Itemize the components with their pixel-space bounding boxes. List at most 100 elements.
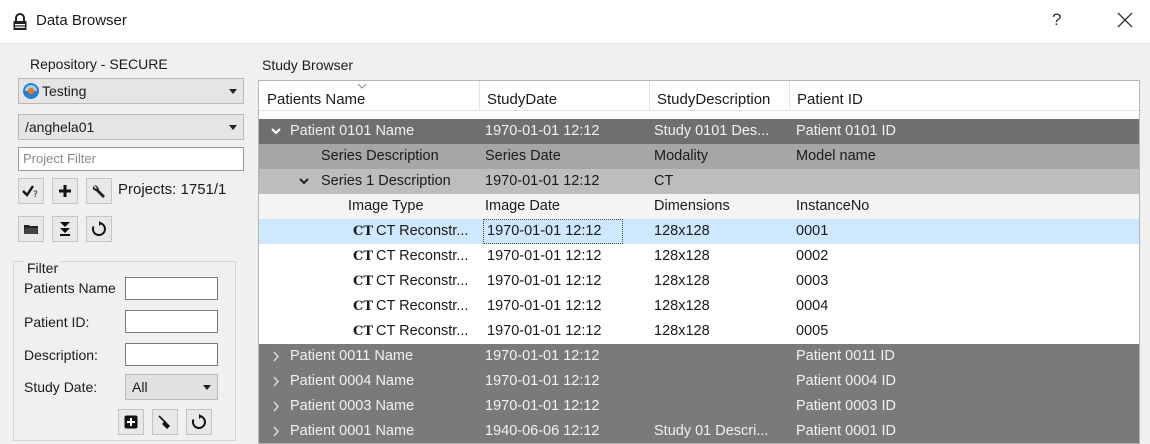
add-filter-button[interactable] [118, 409, 144, 435]
patients-name-input[interactable] [125, 277, 218, 300]
image-instance: 0004 [796, 298, 829, 314]
wrench-icon [92, 185, 105, 198]
ct-icon: CT [353, 249, 374, 264]
series-date: 1970-01-01 12:12 [485, 173, 600, 189]
image-date: 1970-01-01 12:12 [487, 298, 602, 314]
image-instance: 0005 [796, 323, 829, 339]
image-dimensions: 128x128 [654, 323, 710, 339]
project-value: /anghela01 [25, 119, 95, 135]
image-instance: 0003 [796, 273, 829, 289]
model-name-header: Model name [796, 148, 876, 164]
project-filter-input[interactable]: Project Filter [18, 147, 244, 171]
column-header-patients-name[interactable]: Patients Name [267, 85, 365, 115]
add-button[interactable] [52, 178, 78, 204]
open-folder-button[interactable] [18, 216, 44, 242]
study-description [654, 344, 792, 369]
study-date-value: All [132, 379, 148, 395]
column-header-patient-id[interactable]: Patient ID [797, 85, 863, 115]
check-help-button[interactable]: ? [18, 178, 44, 204]
title-bar: Data Browser ? [0, 0, 1150, 44]
plus-box-icon [124, 415, 138, 429]
image-row[interactable]: CT CT Reconstr... 1970-01-01 12:12 128x1… [259, 294, 1139, 319]
filter-group-label: Filter [24, 260, 62, 276]
instance-no-header: InstanceNo [796, 198, 870, 214]
patient-id-input[interactable] [125, 310, 218, 333]
patient-name: Patient 0003 Name [290, 398, 415, 414]
modality-header: Modality [654, 148, 708, 164]
close-icon[interactable] [1114, 9, 1136, 31]
description-label: Description: [24, 347, 98, 363]
study-date-label: Study Date: [24, 379, 98, 395]
patient-name: Patient 0101 Name [290, 123, 415, 139]
patient-row[interactable]: Patient 0003 Name 1970-01-01 12:12 Patie… [259, 394, 1139, 419]
image-date: 1970-01-01 12:12 [487, 248, 602, 264]
study-browser-label: Study Browser [262, 57, 354, 73]
refresh-filter-button[interactable] [186, 409, 212, 435]
dimensions-header: Dimensions [654, 198, 730, 214]
broom-icon [158, 415, 170, 429]
column-header-study-date[interactable]: StudyDate [487, 85, 557, 115]
chevron-down-icon [229, 89, 237, 94]
column-divider [789, 81, 790, 111]
plus-icon [59, 185, 71, 197]
image-type: CT Reconstr... [376, 323, 469, 339]
project-combo[interactable]: /anghela01 [18, 114, 244, 140]
image-row[interactable]: CT CT Reconstr... 1970-01-01 12:12 128x1… [259, 244, 1139, 269]
chevron-right-icon[interactable] [270, 419, 282, 444]
chevron-right-icon[interactable] [270, 394, 282, 419]
image-row[interactable]: CT CT Reconstr... 1970-01-01 12:12 128x1… [259, 269, 1139, 294]
image-header-row: Image Type Image Date Dimensions Instanc… [259, 194, 1139, 219]
patient-id-label: Patient ID: [24, 314, 90, 330]
download-icon [60, 222, 70, 236]
image-row[interactable]: CT CT Reconstr... 1970-01-01 12:12 128x1… [259, 219, 1139, 244]
ct-icon: CT [353, 324, 374, 339]
study-description: Study 0101 Des... [654, 123, 770, 139]
patient-row[interactable]: Patient 0101 Name 1970-01-01 12:12 Study… [259, 119, 1139, 144]
study-tree[interactable]: Patients Name StudyDate StudyDescription… [258, 80, 1140, 444]
server-value: Testing [42, 83, 87, 99]
image-type: CT Reconstr... [376, 298, 469, 314]
image-row[interactable]: CT CT Reconstr... 1970-01-01 12:12 128x1… [259, 319, 1139, 344]
server-combo[interactable]: Testing [18, 78, 244, 104]
image-date-header: Image Date [485, 198, 560, 214]
patient-id: Patient 0001 ID [796, 423, 896, 439]
series-row[interactable]: Series 1 Description 1970-01-01 12:12 CT [259, 169, 1139, 194]
image-dimensions: 128x128 [654, 248, 710, 264]
chevron-down-icon[interactable] [270, 119, 282, 144]
image-date: 1970-01-01 12:12 [487, 223, 602, 239]
repository-group-label: Repository - SECURE [30, 56, 168, 72]
left-panel: Repository - SECURE Testing /anghela01 P… [0, 44, 250, 444]
patient-id: Patient 0003 ID [796, 398, 896, 414]
chevron-down-icon[interactable] [298, 169, 310, 194]
chevron-right-icon[interactable] [270, 344, 282, 369]
settings-button[interactable] [86, 178, 112, 204]
lock-icon [13, 13, 27, 30]
image-dimensions: 128x128 [654, 273, 710, 289]
refresh-icon [91, 221, 106, 236]
image-type: CT Reconstr... [376, 248, 469, 264]
help-button[interactable]: ? [1052, 10, 1061, 30]
download-button[interactable] [52, 216, 78, 242]
image-date: 1970-01-01 12:12 [487, 323, 602, 339]
study-description [654, 369, 792, 394]
study-date: 1970-01-01 12:12 [485, 348, 600, 364]
description-input[interactable] [125, 343, 218, 366]
clear-filter-button[interactable] [152, 409, 178, 435]
chevron-right-icon[interactable] [270, 369, 282, 394]
series-modality: CT [654, 173, 674, 189]
patient-row[interactable]: Patient 0011 Name 1970-01-01 12:12 Patie… [259, 344, 1139, 369]
patient-row[interactable]: Patient 0004 Name 1970-01-01 12:12 Patie… [259, 369, 1139, 394]
study-date: 1970-01-01 12:12 [485, 373, 600, 389]
patient-name: Patient 0004 Name [290, 373, 415, 389]
ct-icon: CT [353, 224, 374, 239]
svg-text:?: ? [33, 190, 38, 199]
series-header-row: Series Description Series Date Modality … [259, 144, 1139, 169]
chevron-down-icon [229, 125, 237, 130]
patient-row[interactable]: Patient 0001 Name 1940-06-06 12:12 Study… [259, 419, 1139, 444]
ct-icon: CT [353, 274, 374, 289]
image-type: CT Reconstr... [376, 273, 469, 289]
refresh-button[interactable] [86, 216, 112, 242]
study-date-combo[interactable]: All [125, 374, 218, 400]
column-header-study-description[interactable]: StudyDescription [657, 85, 770, 115]
series-description-header: Series Description [321, 148, 439, 164]
